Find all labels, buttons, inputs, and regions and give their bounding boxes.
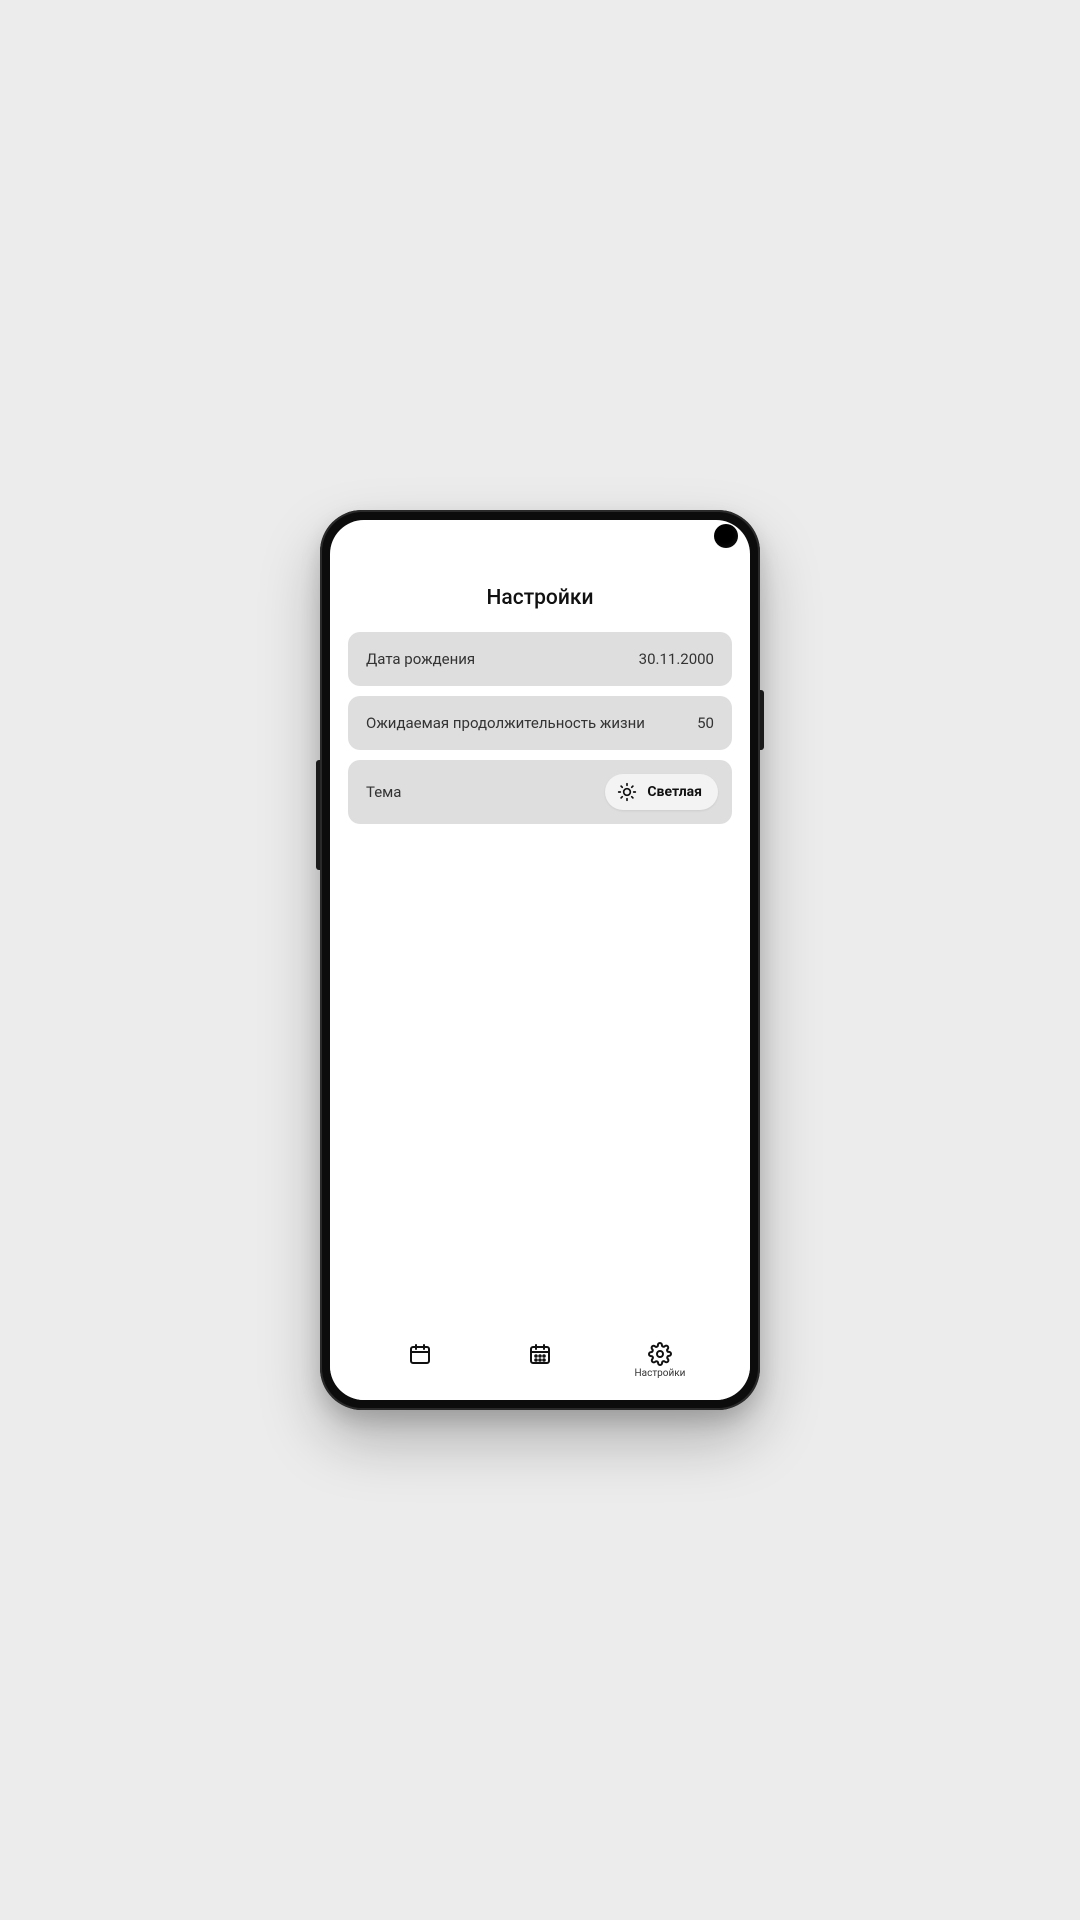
setting-birthdate[interactable]: Дата рождения 30.11.2000 (348, 632, 732, 686)
nav-calendar-month[interactable] (505, 1342, 575, 1380)
sun-icon (617, 782, 637, 802)
setting-theme[interactable]: Тема (348, 760, 732, 824)
camera-cutout (714, 524, 738, 548)
screen: Настройки Дата рождения 30.11.2000 Ожида… (330, 520, 750, 1400)
setting-lifespan[interactable]: Ожидаемая продолжительность жизни 50 (348, 696, 732, 750)
nav-calendar-day[interactable] (385, 1342, 455, 1380)
setting-lifespan-label: Ожидаемая продолжительность жизни (366, 714, 645, 732)
status-bar (330, 520, 750, 564)
settings-content: Настройки Дата рождения 30.11.2000 Ожида… (330, 564, 750, 1328)
nav-label: Настройки (635, 1368, 686, 1380)
nav-settings[interactable]: Настройки (625, 1342, 695, 1380)
bottom-nav: Настройки (330, 1328, 750, 1400)
calendar-month-icon (528, 1342, 552, 1366)
page-title: Настройки (348, 586, 732, 610)
calendar-day-icon (408, 1342, 432, 1366)
device-frame: Настройки Дата рождения 30.11.2000 Ожида… (320, 510, 760, 1410)
setting-birthdate-label: Дата рождения (366, 650, 475, 668)
theme-toggle[interactable]: Светлая (605, 774, 718, 810)
gear-icon (648, 1342, 672, 1366)
setting-theme-label: Тема (366, 783, 401, 801)
theme-toggle-label: Светлая (647, 784, 702, 800)
setting-lifespan-value: 50 (697, 714, 714, 732)
setting-birthdate-value: 30.11.2000 (639, 650, 714, 668)
